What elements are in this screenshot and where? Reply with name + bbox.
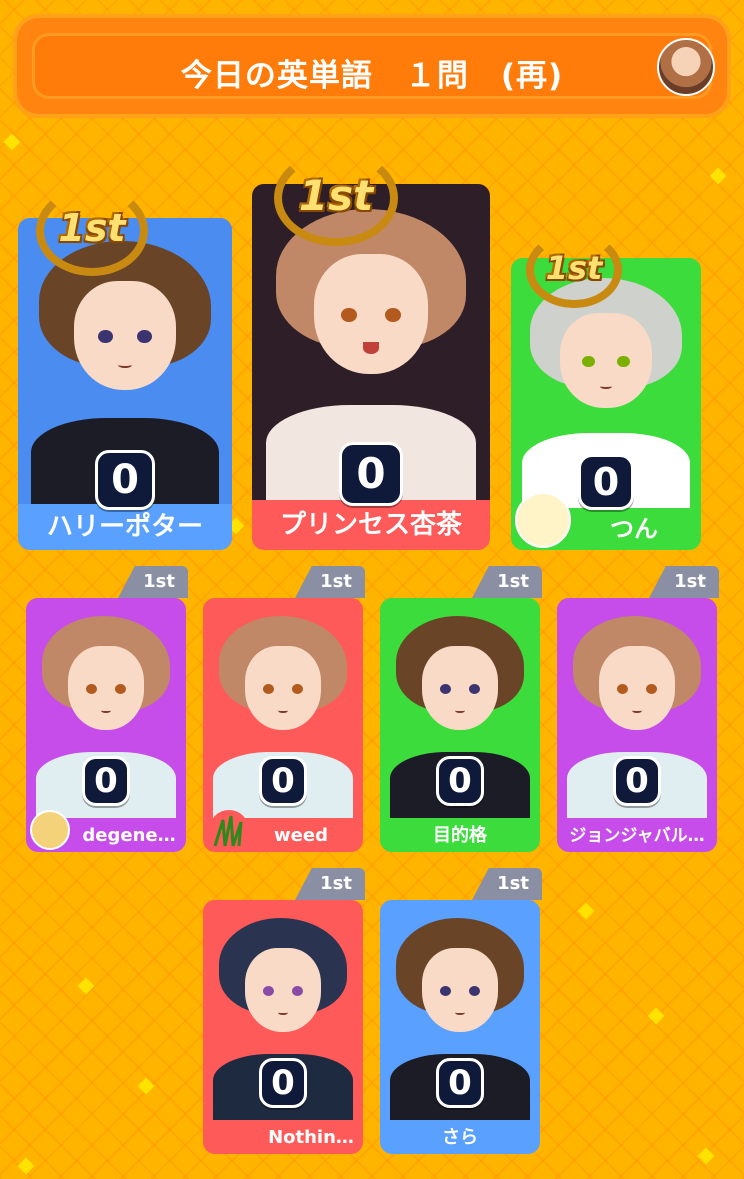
score-badge: 0: [578, 454, 634, 510]
player-name: プリンセス杏茶: [279, 510, 462, 540]
laurel-rank-badge: 1st: [274, 150, 398, 246]
rank-label: 1st: [545, 248, 603, 287]
rank-label: 1st: [298, 171, 374, 221]
player-card[interactable]: 0 目的格: [380, 598, 540, 852]
score-badge: 0: [339, 442, 403, 506]
player-name: ハリーポター: [46, 512, 203, 542]
rank-tab: 1st: [295, 868, 365, 900]
quiz-title-banner: 今日の英単語 １問 (再): [13, 14, 731, 118]
rank-tab: 1st: [472, 868, 542, 900]
sparkle-decoration: [3, 133, 21, 151]
player-name: つん: [610, 515, 658, 543]
rank-tab: 1st: [118, 566, 188, 598]
laurel-rank-badge: 1st: [36, 186, 148, 276]
score-badge: 0: [82, 756, 130, 806]
score-badge: 0: [259, 1058, 307, 1108]
player-name: 目的格: [433, 825, 487, 846]
sparkle-decoration: [577, 902, 595, 920]
sparkle-decoration: [137, 1077, 155, 1095]
player-card[interactable]: 0 Nothin…: [203, 900, 363, 1154]
score-badge: 0: [436, 756, 484, 806]
sparkle-decoration: [647, 1007, 665, 1025]
player-card[interactable]: 0 さら: [380, 900, 540, 1154]
laurel-rank-badge: 1st: [526, 232, 622, 308]
score-badge: 0: [259, 756, 307, 806]
sparkle-decoration: [17, 1157, 35, 1175]
host-avatar[interactable]: [657, 38, 715, 96]
player-card[interactable]: 0 degene…: [26, 598, 186, 852]
sparkle-decoration: [77, 977, 95, 995]
quiz-title: 今日の英単語 １問 (再): [180, 58, 564, 94]
player-name: Nothin…: [268, 1127, 354, 1148]
sparkle-decoration: [709, 167, 727, 185]
score-badge: 0: [613, 756, 661, 806]
player-name: degene…: [82, 825, 176, 846]
player-name: さら: [442, 1127, 478, 1148]
rank-tab: 1st: [649, 566, 719, 598]
rank-tab: 1st: [295, 566, 365, 598]
score-badge: 0: [95, 450, 155, 510]
score-badge: 0: [436, 1058, 484, 1108]
player-card[interactable]: 0 ジョンジャバル…: [557, 598, 717, 852]
sparkle-decoration: [697, 1147, 715, 1165]
rank-tab: 1st: [472, 566, 542, 598]
player-name: ジョンジャバル…: [569, 826, 705, 846]
player-card[interactable]: 0 weed: [203, 598, 363, 852]
player-name: weed: [274, 825, 328, 846]
rank-label: 1st: [58, 205, 126, 250]
